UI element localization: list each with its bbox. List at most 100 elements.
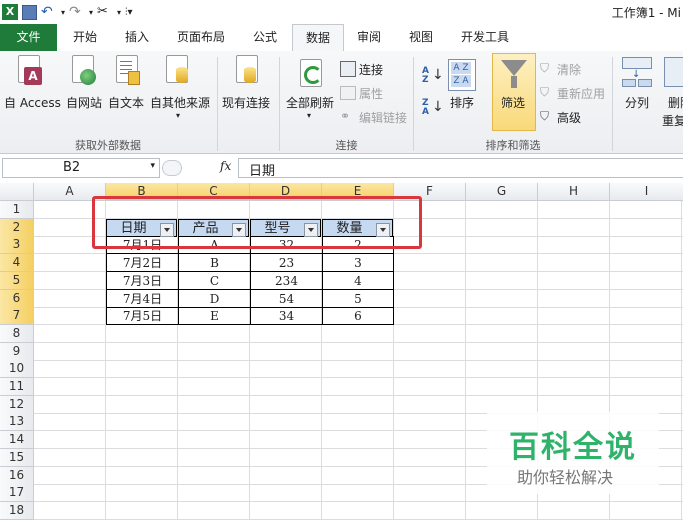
- connections-icon: [340, 61, 356, 77]
- properties-button[interactable]: 属性: [359, 85, 383, 102]
- sort-ascending-icon[interactable]: AZ: [422, 67, 429, 85]
- row-header-8[interactable]: 8: [0, 324, 34, 343]
- window-title: 工作簿1 - Mi: [611, 6, 681, 20]
- tab-formulas[interactable]: 公式: [242, 24, 288, 51]
- row-gridline: [34, 359, 683, 361]
- table-cell[interactable]: 7月3日: [106, 271, 178, 290]
- table-cell[interactable]: 4: [322, 271, 394, 290]
- refresh-all-button[interactable]: 全部刷新: [286, 94, 334, 111]
- ribbon: A 自 Access 自网站 自文本 自其他来源 ▾ 获取外部数据 现有连接 全…: [0, 51, 683, 154]
- from-text-button[interactable]: 自文本: [108, 94, 144, 111]
- group-separator: [612, 57, 613, 151]
- group-label-connections: 连接: [335, 139, 358, 152]
- edit-links-button[interactable]: 编辑链接: [359, 109, 407, 126]
- edit-links-icon: ⚭: [340, 109, 351, 123]
- row-header-7[interactable]: 7: [0, 307, 34, 326]
- row-header-10[interactable]: 10: [0, 360, 34, 379]
- column-header-g[interactable]: G: [466, 183, 538, 201]
- table-cell[interactable]: 234: [250, 271, 322, 290]
- tab-home[interactable]: 开始: [62, 24, 108, 51]
- remove-duplicates-button[interactable]: 删除: [668, 94, 683, 111]
- undo-icon[interactable]: ↶: [41, 4, 57, 20]
- row-header-12[interactable]: 12: [0, 395, 34, 414]
- row-header-11[interactable]: 11: [0, 378, 34, 396]
- title-bar: X ↶ ▾ ↷ ▾ ✂ ▾ ⫶▾ 工作簿1 - Mi: [0, 0, 683, 24]
- row-gridline: [34, 341, 683, 343]
- select-all-button[interactable]: [0, 183, 34, 201]
- connections-button[interactable]: 连接: [359, 61, 383, 78]
- name-box[interactable]: B2 ▾: [2, 158, 160, 178]
- table-cell[interactable]: 7月2日: [106, 254, 178, 273]
- from-web-button[interactable]: 自网站: [66, 94, 102, 111]
- column-header-i[interactable]: I: [610, 183, 683, 201]
- table-cell[interactable]: D: [178, 289, 250, 308]
- table-cell[interactable]: B: [178, 254, 250, 273]
- row-header-17[interactable]: 17: [0, 484, 34, 503]
- tab-insert[interactable]: 插入: [114, 24, 160, 51]
- table-cell[interactable]: 7月4日: [106, 289, 178, 308]
- tool-dropdown-icon[interactable]: ▾: [117, 8, 121, 17]
- tab-data[interactable]: 数据: [292, 24, 344, 52]
- watermark-subtitle: 助你轻松解决: [517, 468, 614, 487]
- row-header-18[interactable]: 18: [0, 501, 34, 520]
- row-header-9[interactable]: 9: [0, 342, 34, 361]
- table-cell[interactable]: 5: [322, 289, 394, 308]
- formula-input[interactable]: 日期: [238, 158, 683, 179]
- reapply-button[interactable]: 重新应用: [557, 85, 605, 102]
- tab-file[interactable]: 文件: [0, 24, 57, 51]
- highlight-box: [92, 196, 422, 249]
- row-header-1[interactable]: 1: [0, 201, 34, 219]
- table-cell[interactable]: 6: [322, 307, 394, 326]
- tab-view[interactable]: 视图: [398, 24, 444, 51]
- row-header-4[interactable]: 4: [0, 254, 34, 273]
- undo-dropdown-icon[interactable]: ▾: [61, 8, 65, 17]
- filter-label: 筛选: [501, 96, 526, 110]
- sort-descending-arrow-icon: ↓: [432, 99, 444, 115]
- filter-button[interactable]: 筛选: [492, 53, 536, 131]
- group-label-external: 获取外部数据: [75, 139, 141, 152]
- other-sources-dropdown-icon[interactable]: ▾: [176, 111, 180, 120]
- row-header-3[interactable]: 3: [0, 236, 34, 255]
- table-cell[interactable]: 3: [322, 254, 394, 273]
- table-cell[interactable]: 7月5日: [106, 307, 178, 326]
- table-cell[interactable]: C: [178, 271, 250, 290]
- name-box-dropdown-icon[interactable]: ▾: [150, 161, 155, 171]
- name-box-value: B2: [63, 160, 81, 175]
- row-header-14[interactable]: 14: [0, 431, 34, 450]
- column-header-h[interactable]: H: [538, 183, 610, 201]
- save-icon[interactable]: [22, 4, 37, 20]
- from-access-button[interactable]: 自 Access: [4, 94, 61, 111]
- remove-duplicates-button-line2[interactable]: 重复: [662, 112, 683, 129]
- sort-button[interactable]: 排序: [450, 94, 474, 111]
- row-header-2[interactable]: 2: [0, 218, 34, 237]
- customize-icon[interactable]: ⫶▾: [125, 7, 133, 18]
- formula-bar-grip-icon[interactable]: [162, 160, 182, 176]
- excel-logo-icon[interactable]: X: [2, 4, 18, 20]
- from-other-sources-button[interactable]: 自其他来源: [150, 94, 210, 111]
- row-header-5[interactable]: 5: [0, 271, 34, 290]
- tab-page-layout[interactable]: 页面布局: [166, 24, 236, 51]
- text-to-columns-button[interactable]: 分列: [625, 94, 649, 111]
- redo-dropdown-icon[interactable]: ▾: [89, 8, 93, 17]
- row-header-16[interactable]: 16: [0, 466, 34, 485]
- row-header-6[interactable]: 6: [0, 289, 34, 308]
- tab-developer[interactable]: 开发工具: [450, 24, 520, 51]
- row-gridline: [34, 395, 683, 396]
- table-cell[interactable]: 54: [250, 289, 322, 308]
- row-header-15[interactable]: 15: [0, 448, 34, 467]
- tool-icon[interactable]: ✂: [97, 4, 113, 20]
- tab-review[interactable]: 审阅: [346, 24, 392, 51]
- advanced-button[interactable]: 高级: [557, 109, 581, 126]
- reapply-icon: ⛉: [540, 85, 550, 99]
- text-to-columns-icon: ↓: [622, 57, 652, 87]
- refresh-dropdown-icon[interactable]: ▾: [307, 111, 311, 120]
- table-cell[interactable]: 34: [250, 307, 322, 326]
- redo-icon[interactable]: ↷: [69, 4, 85, 20]
- clear-button[interactable]: 清除: [557, 61, 581, 78]
- insert-function-icon[interactable]: fx: [220, 159, 231, 173]
- row-header-13[interactable]: 13: [0, 413, 34, 432]
- table-cell[interactable]: 23: [250, 254, 322, 273]
- sort-descending-icon[interactable]: ZA: [422, 99, 429, 117]
- existing-connections-button[interactable]: 现有连接: [222, 94, 270, 111]
- table-cell[interactable]: E: [178, 307, 250, 326]
